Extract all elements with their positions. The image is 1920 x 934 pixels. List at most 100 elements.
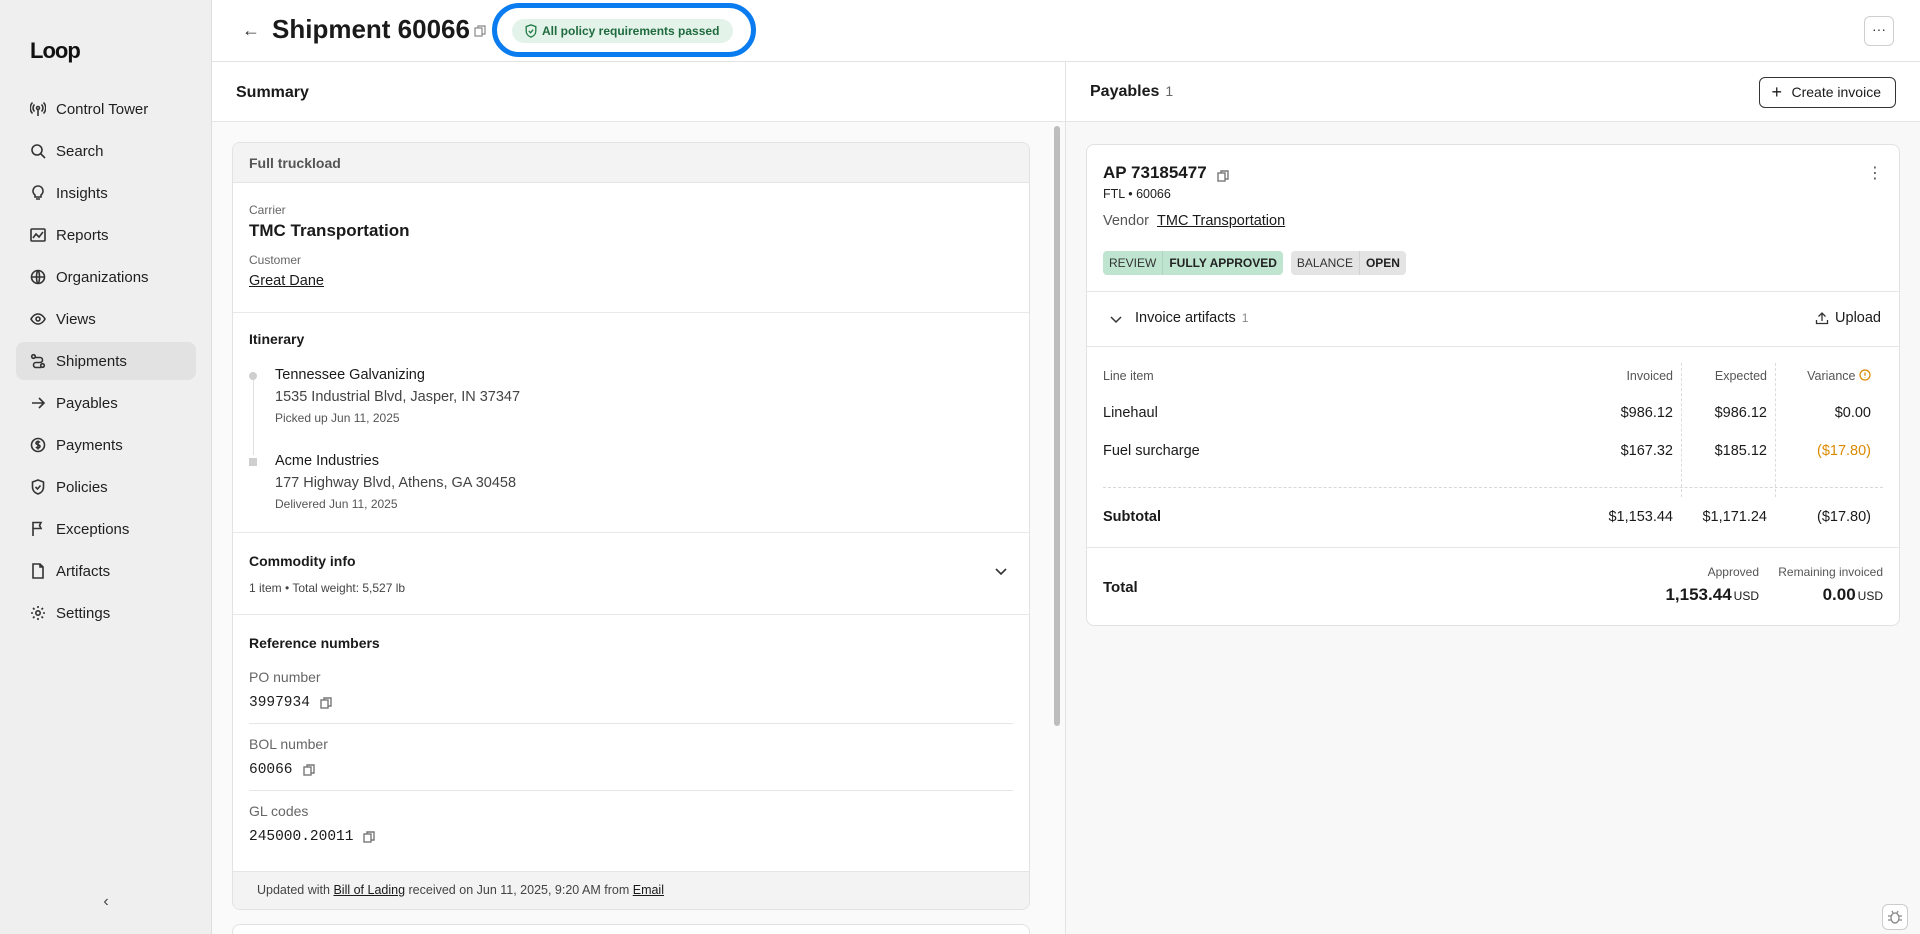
ref-value: 3997934 bbox=[249, 695, 310, 711]
copy-icon[interactable] bbox=[1216, 167, 1229, 182]
variance-amount: ($17.80) bbox=[1816, 443, 1871, 459]
line-item-name: Fuel surcharge bbox=[1103, 443, 1200, 459]
subtotal-expected: $1,171.24 bbox=[1702, 509, 1767, 525]
ref-value: 60066 bbox=[249, 762, 293, 778]
artifacts-count: 1 bbox=[1241, 311, 1249, 325]
email-source-link[interactable]: Email bbox=[633, 883, 664, 897]
vendor-link[interactable]: TMC Transportation bbox=[1157, 213, 1285, 229]
broadcast-icon bbox=[30, 101, 46, 117]
reference-title: Reference numbers bbox=[249, 635, 380, 651]
parties-section: Carrier TMC Transportation Customer Grea… bbox=[233, 183, 1029, 313]
sidebar-item-policies[interactable]: Policies bbox=[16, 468, 196, 506]
expected-amount: $986.12 bbox=[1714, 405, 1767, 421]
card-title: Full truckload bbox=[233, 143, 1029, 183]
upload-button[interactable]: Upload bbox=[1815, 310, 1881, 326]
info-icon[interactable] bbox=[1859, 369, 1871, 381]
kebab-menu-icon[interactable]: ⋮ bbox=[1867, 163, 1883, 183]
sidebar-item-reports[interactable]: Reports bbox=[16, 216, 196, 254]
badge-key: BALANCE bbox=[1291, 251, 1360, 275]
customer-label: Customer bbox=[249, 253, 302, 267]
sidebar-item-artifacts[interactable]: Artifacts bbox=[16, 552, 196, 590]
sidebar-item-label: Views bbox=[56, 310, 96, 328]
summary-scrollbar[interactable] bbox=[1054, 126, 1060, 726]
globe-icon bbox=[30, 269, 46, 285]
itinerary-title: Itinerary bbox=[249, 331, 305, 347]
sidebar-item-label: Artifacts bbox=[56, 562, 111, 580]
approved-label: Approved bbox=[1707, 565, 1759, 579]
badge-value: FULLY APPROVED bbox=[1169, 256, 1277, 270]
search-icon bbox=[30, 143, 46, 159]
copy-icon[interactable] bbox=[474, 24, 486, 37]
review-status-badge: REVIEW FULLY APPROVED bbox=[1103, 251, 1283, 275]
chevron-down-icon[interactable] bbox=[993, 563, 1009, 579]
line-item-name: Linehaul bbox=[1103, 405, 1158, 421]
ref-label: GL codes bbox=[249, 803, 309, 819]
file-icon bbox=[30, 563, 46, 579]
sidebar-item-shipments[interactable]: Shipments bbox=[16, 342, 196, 380]
sidebar-item-label: Shipments bbox=[56, 352, 127, 370]
carrier-name: TMC Transportation bbox=[249, 221, 410, 240]
expected-amount: $185.12 bbox=[1714, 443, 1767, 459]
policy-status-badge[interactable]: All policy requirements passed bbox=[512, 19, 734, 43]
sidebar-item-payables[interactable]: Payables bbox=[16, 384, 196, 422]
table-row: Fuel surcharge $167.32 $185.12 ($17.80) bbox=[1103, 433, 1883, 471]
flag-icon bbox=[30, 521, 46, 537]
payables-header: Payables 1 + Create invoice bbox=[1066, 62, 1920, 122]
sidebar-item-insights[interactable]: Insights bbox=[16, 174, 196, 212]
stop-status: Delivered Jun 11, 2025 bbox=[275, 497, 398, 511]
delivery-marker bbox=[249, 458, 257, 466]
eye-icon bbox=[30, 311, 46, 327]
sidebar-item-organizations[interactable]: Organizations bbox=[16, 258, 196, 296]
invoice-artifacts-row[interactable]: Invoice artifacts 1 Upload bbox=[1087, 291, 1899, 347]
copy-icon[interactable] bbox=[320, 697, 332, 709]
sidebar-item-control-tower[interactable]: Control Tower bbox=[16, 90, 196, 128]
sidebar-item-views[interactable]: Views bbox=[16, 300, 196, 338]
sidebar-item-label: Organizations bbox=[56, 268, 149, 286]
remaining-value: 0.00 bbox=[1822, 585, 1856, 604]
collapse-sidebar-icon[interactable]: ‹ bbox=[96, 892, 116, 912]
subtotal-invoiced: $1,153.44 bbox=[1608, 509, 1673, 525]
customer-link[interactable]: Great Dane bbox=[249, 273, 324, 289]
sidebar-item-label: Settings bbox=[56, 604, 111, 622]
invoiced-amount: $167.32 bbox=[1620, 443, 1673, 459]
sidebar-item-settings[interactable]: Settings bbox=[16, 594, 196, 632]
ap-title: AP 73185477 bbox=[1103, 163, 1207, 182]
page-header: ← Shipment 60066 All policy requirements… bbox=[212, 0, 1920, 62]
commodity-section[interactable]: Commodity info 1 item • Total weight: 5,… bbox=[233, 533, 1029, 615]
remaining-total: Remaining invoiced 0.00 USD bbox=[1778, 565, 1883, 605]
copy-icon[interactable] bbox=[363, 831, 376, 843]
app-logo[interactable]: Loop bbox=[30, 38, 81, 64]
itinerary-section: Itinerary Tennessee Galvanizing 1535 Ind… bbox=[233, 313, 1029, 533]
sidebar-item-search[interactable]: Search bbox=[16, 132, 196, 170]
sidebar-item-payments[interactable]: Payments bbox=[16, 426, 196, 464]
sidebar-item-exceptions[interactable]: Exceptions bbox=[16, 510, 196, 548]
copy-icon[interactable] bbox=[302, 764, 315, 776]
shipment-summary-card: Full truckload Carrier TMC Transportatio… bbox=[232, 142, 1030, 910]
shield-check-icon bbox=[30, 479, 46, 495]
sidebar-nav: Control Tower Search Insights Reports Or… bbox=[16, 90, 196, 636]
next-card bbox=[232, 924, 1030, 934]
variance-header-label: Variance bbox=[1807, 369, 1856, 383]
ap-invoice-card: AP 73185477 FTL • 60066 ⋮ Vendor TMC Tra… bbox=[1086, 144, 1900, 626]
upload-icon bbox=[1815, 312, 1829, 325]
update-footer: Updated with Bill of Lading received on … bbox=[233, 871, 1029, 909]
column-header: Variance bbox=[1807, 369, 1871, 383]
create-invoice-label: Create invoice bbox=[1791, 84, 1882, 100]
bug-report-icon[interactable] bbox=[1882, 904, 1908, 930]
subtotal-label: Subtotal bbox=[1103, 509, 1161, 525]
create-invoice-button[interactable]: + Create invoice bbox=[1758, 77, 1896, 108]
reference-item: BOL number 60066 bbox=[249, 724, 1013, 791]
column-header: Line item bbox=[1103, 369, 1154, 383]
sidebar-item-label: Search bbox=[56, 142, 104, 160]
more-options-button[interactable]: ··· bbox=[1864, 16, 1894, 46]
reference-section: Reference numbers PO number 3997934 BOL … bbox=[233, 615, 1029, 857]
chevron-down-icon[interactable] bbox=[1109, 312, 1123, 326]
payables-panel: Payables 1 + Create invoice AP 73185477 FT… bbox=[1066, 62, 1920, 934]
artifacts-label: Invoice artifacts bbox=[1135, 310, 1236, 326]
bill-of-lading-link[interactable]: Bill of Lading bbox=[333, 883, 405, 897]
back-arrow-icon[interactable]: ← bbox=[242, 20, 260, 41]
summary-title: Summary bbox=[212, 62, 1065, 122]
column-header: Expected bbox=[1714, 369, 1767, 383]
lightbulb-icon bbox=[30, 185, 46, 201]
currency: USD bbox=[1857, 589, 1883, 603]
